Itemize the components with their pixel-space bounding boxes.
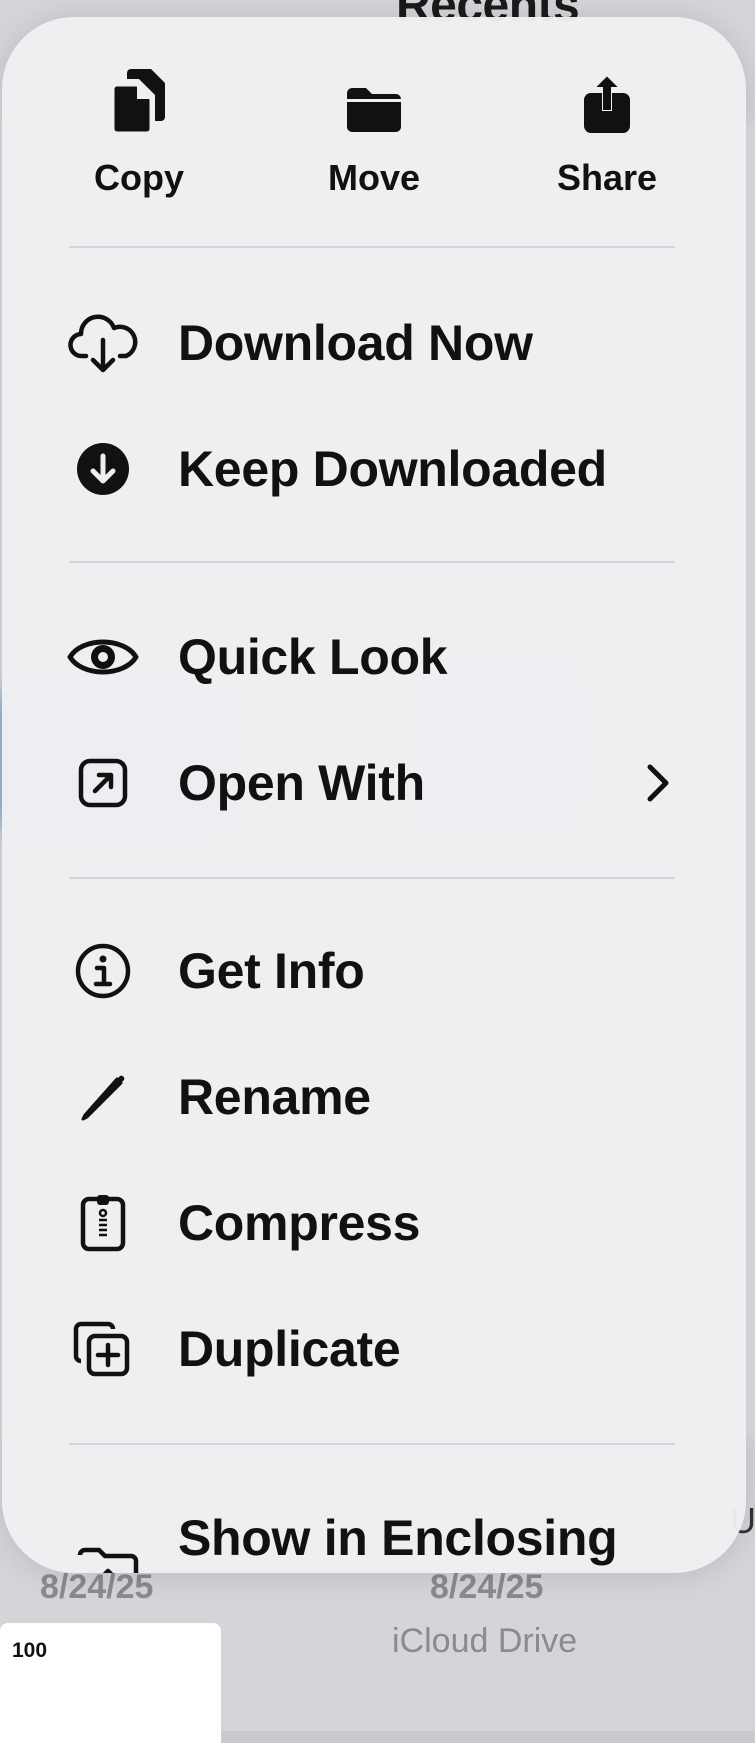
file-date: 8/24/25 [430, 1568, 543, 1607]
share-button[interactable]: Share [522, 65, 692, 199]
cloud-download-icon [64, 311, 142, 375]
menu-item-rename[interactable]: Rename [2, 1042, 746, 1152]
menu-item-label: Duplicate [178, 1320, 400, 1378]
open-external-icon [64, 751, 142, 815]
folder-icon [344, 65, 404, 135]
arrow-down-circle-icon [64, 437, 142, 501]
menu-item-label: Open With [178, 754, 425, 812]
menu-item-label: Show in Enclosing [178, 1509, 617, 1567]
menu-item-label: Keep Downloaded [178, 440, 607, 498]
menu-item-label: Compress [178, 1194, 420, 1252]
file-date: 8/24/25 [40, 1568, 153, 1607]
move-button[interactable]: Move [289, 65, 459, 199]
file-location: iCloud Drive [392, 1622, 577, 1661]
menu-item-keep-downloaded[interactable]: Keep Downloaded [2, 414, 746, 524]
menu-item-compress[interactable]: Compress [2, 1168, 746, 1278]
menu-divider [69, 246, 675, 248]
file-thumbnail[interactable]: 100 [0, 1623, 221, 1743]
eye-icon [64, 625, 142, 689]
thumbnail-text: 100 [12, 1639, 47, 1663]
menu-item-quick-look[interactable]: Quick Look [2, 602, 746, 712]
folder-open-icon [76, 1545, 140, 1573]
info-circle-icon [64, 939, 142, 1003]
zip-archive-icon [64, 1191, 142, 1255]
context-menu: Copy Move Share [2, 17, 746, 1573]
menu-item-label: Quick Look [178, 628, 447, 686]
menu-item-download-now[interactable]: Download Now [2, 288, 746, 398]
duplicate-icon [64, 1317, 142, 1381]
pencil-icon [64, 1065, 142, 1129]
copy-icon [109, 65, 169, 135]
menu-item-get-info[interactable]: Get Info [2, 916, 746, 1026]
menu-item-label: Rename [178, 1068, 371, 1126]
menu-divider [69, 877, 675, 879]
move-label: Move [328, 157, 420, 199]
chevron-right-icon [638, 761, 678, 805]
copy-button[interactable]: Copy [54, 65, 224, 199]
share-icon [577, 65, 637, 135]
menu-divider [69, 561, 675, 563]
menu-item-label: Download Now [178, 314, 533, 372]
menu-item-open-with[interactable]: Open With [2, 728, 746, 838]
copy-label: Copy [94, 157, 184, 199]
quick-actions-row: Copy Move Share [2, 17, 746, 247]
menu-item-label: Get Info [178, 942, 364, 1000]
menu-item-duplicate[interactable]: Duplicate [2, 1294, 746, 1404]
menu-divider [69, 1443, 675, 1445]
share-label: Share [557, 157, 657, 199]
